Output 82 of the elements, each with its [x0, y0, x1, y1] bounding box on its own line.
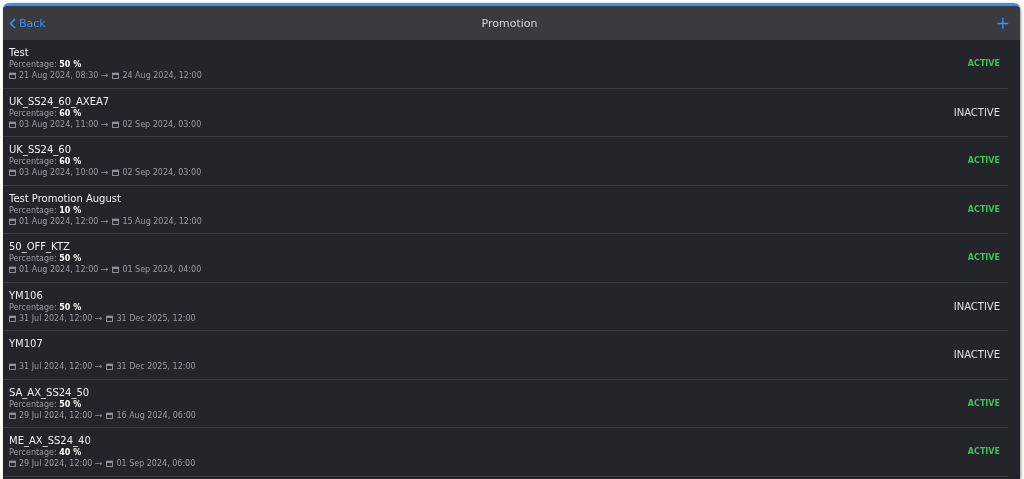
page-title: Promotion: [481, 16, 538, 30]
calendar-icon: [112, 120, 120, 128]
arrow-icon: [101, 73, 110, 79]
promotion-row[interactable]: UK_SS24_60_AXEA7 Percentage: 60 % 03 Aug 2024, 11:00 02 Sep 2024, 03:00 INACTIVE: [3, 88, 1008, 137]
calendar-icon: [9, 169, 16, 177]
arrow-icon: [101, 121, 110, 127]
calendar-icon: [112, 169, 120, 177]
promotion-name: YM107: [9, 338, 44, 350]
promotion-name: YM106: [9, 289, 44, 301]
end-date: 02 Sep 2024, 03:00: [122, 119, 202, 129]
start-date: 01 Aug 2024, 12:00: [19, 265, 99, 275]
calendar-icon: [9, 460, 16, 468]
arrow-icon: [101, 267, 110, 273]
end-date: 31 Dec 2025, 12:00: [116, 362, 196, 372]
chevron-left-icon: [9, 17, 16, 29]
promotion-row[interactable]: Test Percentage: 50 % 21 Aug 2024, 08:30 24 Aug 2024, 12:00 ACTIVE: [3, 40, 1008, 89]
arrow-icon: [95, 461, 104, 467]
calendar-icon: [9, 363, 16, 371]
end-date: 15 Aug 2024, 12:00: [122, 216, 202, 226]
end-date: 01 Sep 2024, 06:00: [116, 459, 196, 469]
promotion-row[interactable]: SA_AX_SS24_50 Percentage: 50 % 29 Jul 2024, 12:00 16 Aug 2024, 06:00 ACTIVE: [3, 379, 1008, 428]
promotion-row[interactable]: UK_SS24_60 Percentage: 60 % 03 Aug 2024, 10:00 02 Sep 2024, 03:00 ACTIVE: [3, 137, 1008, 186]
promotion-name: UK_SS24_60_AXEA7: [9, 95, 111, 107]
promotion-row[interactable]: 50_OFF_KTZ Percentage: 50 % 01 Aug 2024, 12:00 01 Sep 2024, 04:00 ACTIVE: [3, 234, 1008, 283]
percentage-text: Percentage: 50 %: [9, 302, 82, 312]
percentage-text: Percentage: 10 %: [9, 205, 82, 215]
calendar-icon: [106, 314, 114, 322]
promotion-row[interactable]: ME_AX_SS24_40 Percentage: 40 % 29 Jul 2024, 12:00 01 Sep 2024, 06:00 ACTIVE: [3, 428, 1008, 477]
promotion-name: SA_AX_SS24_50: [9, 386, 91, 398]
promotion-row[interactable]: YM107 31 Jul 2024, 12:00 31 Dec 2025, 12:00 INACTIVE: [3, 331, 1008, 380]
status-label: ACTIVE: [967, 156, 1000, 166]
percentage-text: Percentage: 50 %: [9, 60, 82, 70]
calendar-icon: [9, 266, 16, 274]
arrow-icon: [101, 170, 110, 176]
promotion-name: Test: [9, 47, 30, 59]
percentage-text: Percentage: 50 %: [9, 399, 82, 409]
calendar-icon: [112, 217, 120, 225]
arrow-icon: [95, 364, 104, 370]
arrow-icon: [95, 315, 104, 321]
arrow-icon: [101, 218, 110, 224]
status-label: ACTIVE: [967, 447, 1000, 457]
arrow-icon: [95, 412, 104, 418]
status-label: INACTIVE: [953, 349, 1000, 361]
percentage-text: Percentage: 60 %: [9, 108, 82, 118]
calendar-icon: [9, 411, 16, 419]
promotion-name: Test Promotion August: [9, 192, 122, 204]
percentage-text: Percentage: 60 %: [9, 157, 82, 167]
calendar-icon: [9, 120, 16, 128]
promotion-name: ME_AX_SS24_40: [9, 435, 92, 447]
calendar-icon: [9, 314, 16, 322]
start-date: 03 Aug 2024, 10:00: [19, 168, 99, 178]
start-date: 31 Jul 2024, 12:00: [19, 362, 93, 372]
status-label: ACTIVE: [967, 204, 1000, 214]
calendar-icon: [106, 411, 114, 419]
promotion-row[interactable]: YM106 Percentage: 50 % 31 Jul 2024, 12:00 31 Dec 2025, 12:00 INACTIVE: [3, 282, 1008, 331]
end-date: 31 Dec 2025, 12:00: [116, 313, 196, 323]
calendar-icon: [112, 72, 120, 80]
percentage-text: Percentage: 50 %: [9, 254, 82, 264]
status-label: ACTIVE: [967, 253, 1000, 263]
promotion-row[interactable]: Test Promotion August Percentage: 10 % 01 Aug 2024, 12:00 15 Aug 2024, 12:00 ACTIVE: [3, 185, 1008, 234]
promotion-name: UK_SS24_60: [9, 144, 73, 156]
start-date: 31 Jul 2024, 12:00: [19, 313, 93, 323]
calendar-icon: [106, 460, 114, 468]
start-date: 03 Aug 2024, 11:00: [19, 119, 99, 129]
promotion-name: 50_OFF_KTZ: [9, 241, 71, 253]
status-label: ACTIVE: [967, 59, 1000, 69]
calendar-icon: [106, 363, 114, 371]
calendar-icon: [9, 72, 16, 80]
calendar-icon: [9, 217, 16, 225]
start-date: 01 Aug 2024, 12:00: [19, 216, 99, 226]
status-label: ACTIVE: [967, 398, 1000, 408]
end-date: 02 Sep 2024, 03:00: [122, 168, 202, 178]
end-date: 24 Aug 2024, 12:00: [122, 71, 202, 81]
end-date: 16 Aug 2024, 06:00: [116, 410, 196, 420]
start-date: 29 Jul 2024, 12:00: [19, 410, 93, 420]
start-date: 29 Jul 2024, 12:00: [19, 459, 93, 469]
end-date: 01 Sep 2024, 04:00: [122, 265, 202, 275]
start-date: 21 Aug 2024, 08:30: [19, 71, 99, 81]
percentage-text: Percentage: 40 %: [9, 448, 82, 458]
calendar-icon: [112, 266, 120, 274]
status-label: INACTIVE: [953, 106, 1000, 118]
status-label: INACTIVE: [953, 300, 1000, 312]
